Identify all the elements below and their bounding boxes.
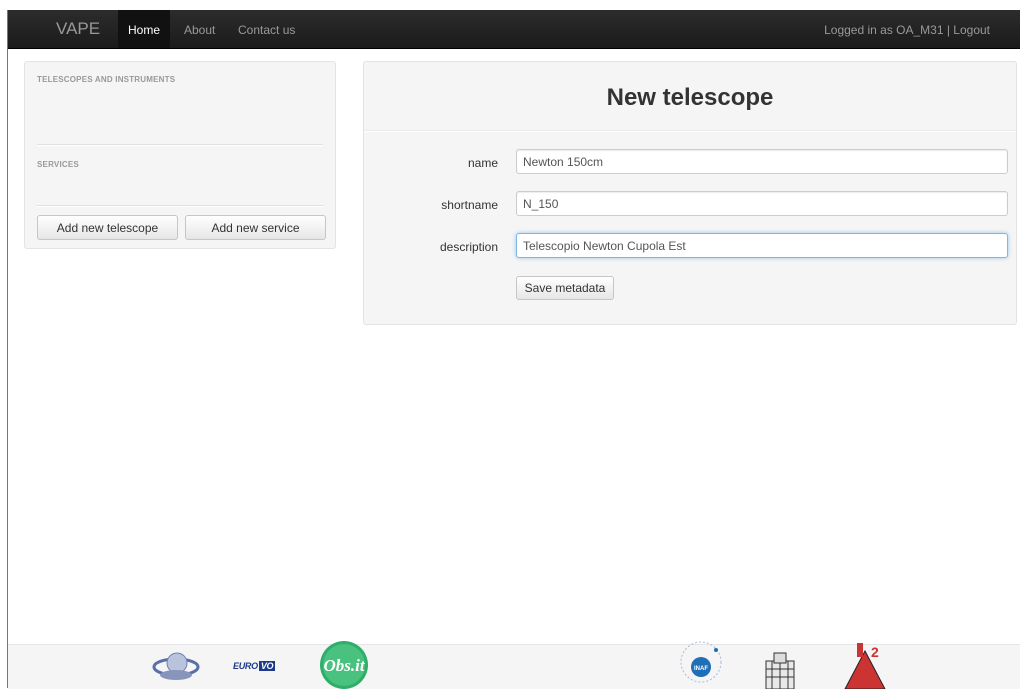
description-label: description — [439, 240, 498, 254]
shortname-input[interactable] — [516, 191, 1008, 216]
new-telescope-panel: New telescope name shortname description… — [363, 61, 1017, 325]
obs-it-logo-icon[interactable]: Obs.it — [316, 639, 372, 689]
telescopes-header: TELESCOPES AND INSTRUMENTS — [37, 75, 176, 84]
observatory-building-logo-icon[interactable] — [760, 649, 800, 690]
user-login-status[interactable]: Logged in as OA_M31 | Logout — [824, 10, 990, 48]
add-telescope-button[interactable]: Add new telescope — [37, 215, 178, 240]
brand-logo[interactable]: VAPE — [56, 19, 100, 39]
svg-text:2: 2 — [871, 644, 879, 660]
ivoa-logo-icon[interactable] — [151, 641, 201, 685]
name-label: name — [467, 156, 498, 170]
nav-about[interactable]: About — [174, 10, 225, 48]
eurovo-text-vo: VO — [258, 661, 276, 671]
eurovo-text-euro: EURO — [233, 661, 258, 671]
eurovo-logo-icon[interactable]: EURO VO — [233, 661, 287, 675]
page-title: New telescope — [606, 84, 774, 111]
services-header: SERVICES — [37, 160, 79, 169]
sidebar-divider — [37, 205, 323, 207]
inaf-logo-text: INAF — [694, 666, 708, 672]
save-metadata-button[interactable]: Save metadata — [516, 276, 614, 300]
sidebar: TELESCOPES AND INSTRUMENTS SERVICES Add … — [24, 61, 336, 249]
footer-logos: EURO VO Obs.it INAF 2 — [8, 641, 1020, 690]
window-left-edge — [0, 0, 8, 688]
window-top-margin — [0, 0, 1020, 10]
shortname-label: shortname — [441, 198, 498, 212]
inaf-logo-icon[interactable]: INAF — [676, 637, 726, 687]
description-input[interactable] — [516, 233, 1008, 258]
ia2-logo-icon[interactable]: 2 — [841, 643, 889, 690]
sidebar-divider — [37, 144, 323, 146]
obs-it-logo-text: Obs.it — [323, 656, 365, 675]
top-navbar: VAPE Home About Contact us Logged in as … — [8, 10, 1020, 49]
name-input[interactable] — [516, 149, 1008, 174]
title-divider — [364, 130, 1016, 132]
nav-home[interactable]: Home — [118, 10, 171, 48]
nav-contact-us[interactable]: Contact us — [228, 10, 305, 48]
add-service-button[interactable]: Add new service — [185, 215, 326, 240]
login-text[interactable]: Logged in as OA_M31 | Logout — [824, 23, 990, 37]
